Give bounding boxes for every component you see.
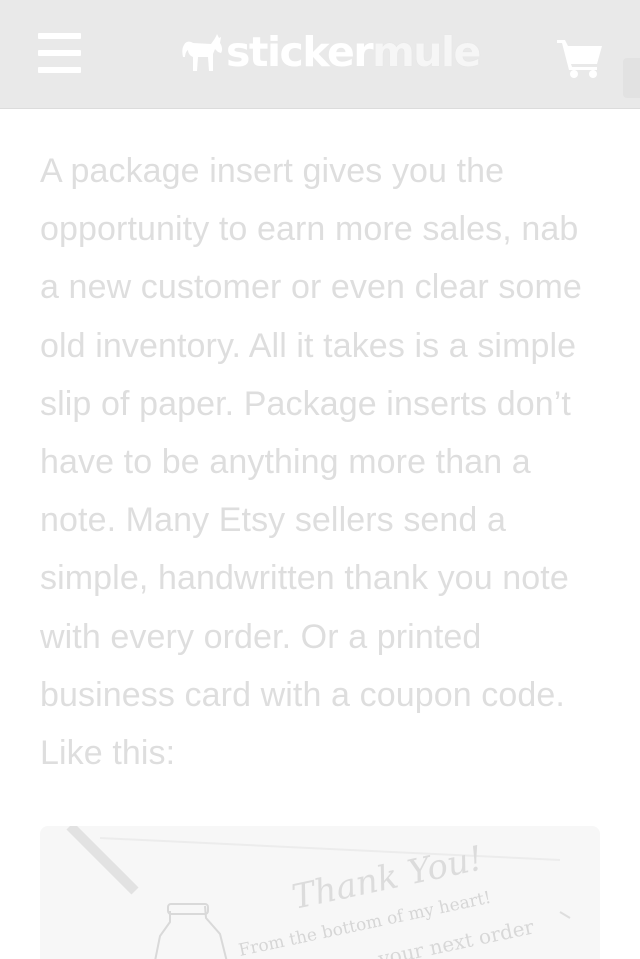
- menu-bar: [38, 33, 81, 39]
- photo-illustration: Thank You! From the bottom of my heart! …: [66, 826, 571, 959]
- shopping-cart-icon[interactable]: [556, 36, 604, 78]
- sticker-mule-logo[interactable]: sticker mule: [180, 28, 481, 76]
- hamburger-menu-icon[interactable]: [38, 33, 82, 73]
- menu-bar: [38, 50, 81, 56]
- mule-silhouette-icon: [182, 34, 223, 71]
- thank-you-card-photo: Thank You! From the bottom of my heart! …: [40, 826, 600, 959]
- logo-word-sticker: sticker: [226, 28, 374, 76]
- scroll-edge-handle: [623, 58, 640, 98]
- menu-bar: [38, 67, 81, 73]
- article-paragraph: A package insert gives you the opportuni…: [40, 152, 582, 773]
- top-header: sticker mule: [0, 0, 640, 109]
- cart-glyph: [557, 40, 602, 78]
- logo-word-mule: mule: [372, 28, 481, 76]
